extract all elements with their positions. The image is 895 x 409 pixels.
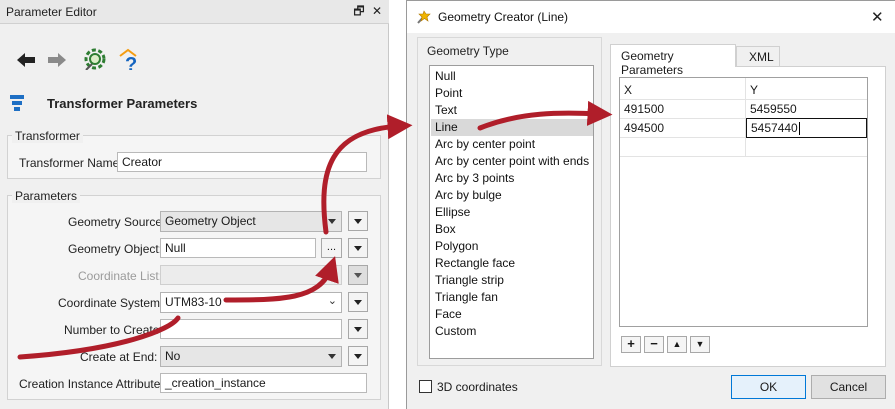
coordinate-list-input <box>160 265 342 285</box>
transformer-parameters-heading: Transformer Parameters <box>47 96 198 111</box>
close-panel-icon[interactable]: ✕ <box>370 4 384 18</box>
creation-instance-input[interactable]: _creation_instance <box>160 373 367 393</box>
tab-xml[interactable]: XML <box>736 46 780 67</box>
table-cell-empty[interactable] <box>746 138 867 157</box>
3d-coordinates-label: 3D coordinates <box>437 380 518 394</box>
geometry-type-item[interactable]: Face <box>431 306 593 323</box>
creation-instance-label: Creation Instance Attribute: <box>19 377 164 391</box>
parameters-group-title: Parameters <box>12 189 81 203</box>
number-to-create-label: Number to Create: <box>64 323 163 337</box>
forward-arrow-icon[interactable] <box>45 48 69 72</box>
ok-button[interactable]: OK <box>731 375 806 399</box>
coordinate-list-label: Coordinate List: <box>78 269 163 283</box>
parameter-editor-titlebar: Parameter Editor 🗗 ✕ <box>0 0 389 24</box>
back-arrow-icon[interactable] <box>14 48 38 72</box>
geometry-source-label: Geometry Source: <box>68 215 166 229</box>
geometry-type-item-selected[interactable]: Line <box>431 119 593 136</box>
cancel-button[interactable]: Cancel <box>811 375 886 399</box>
geometry-type-item[interactable]: Box <box>431 221 593 238</box>
coordinate-system-label: Coordinate System: <box>58 296 164 310</box>
chevron-down-icon <box>328 354 336 359</box>
geometry-source-menu-button[interactable] <box>348 211 368 231</box>
remove-row-button[interactable]: − <box>644 336 664 353</box>
settings-gear-icon[interactable] <box>82 46 108 70</box>
coordinates-table[interactable]: X Y 491500 5459550 494500 5457440 <box>619 77 868 327</box>
chevron-down-icon <box>328 219 336 224</box>
table-cell-y-editing-text: 5457440 <box>751 121 798 135</box>
geometry-type-item[interactable]: Triangle strip <box>431 272 593 289</box>
coordinate-system-value: UTM83-10 <box>165 295 222 309</box>
parameter-editor-title: Parameter Editor <box>6 5 97 19</box>
parameter-editor-panel: Parameter Editor 🗗 ✕ ? Transformer Param… <box>0 0 389 409</box>
geometry-creator-title: Geometry Creator (Line) <box>438 10 569 24</box>
coordinate-system-combo[interactable]: UTM83-10 ⌄ <box>160 292 342 313</box>
transformer-parameters-icon <box>10 95 24 111</box>
geometry-type-item[interactable]: Ellipse <box>431 204 593 221</box>
geometry-type-item[interactable]: Triangle fan <box>431 289 593 306</box>
number-to-create-menu-button[interactable] <box>348 319 368 339</box>
create-at-end-menu-button[interactable] <box>348 346 368 366</box>
table-cell-y[interactable]: 5459550 <box>746 100 867 119</box>
table-cell-x[interactable]: 494500 <box>620 119 746 138</box>
column-header-y[interactable]: Y <box>746 78 867 100</box>
tab-geometry-parameters[interactable]: Geometry Parameters <box>610 44 736 77</box>
geometry-object-ellipsis-button[interactable]: ... <box>321 238 342 258</box>
geometry-source-value: Geometry Object <box>165 214 256 228</box>
geometry-type-item[interactable]: Arc by 3 points <box>431 170 593 187</box>
geometry-object-input[interactable]: Null <box>160 238 316 258</box>
float-panel-icon[interactable]: 🗗 <box>352 4 366 18</box>
move-row-up-button[interactable]: ▲ <box>667 336 687 353</box>
geometry-type-item[interactable]: Arc by center point with ends <box>431 153 593 170</box>
create-at-end-value: No <box>165 349 181 363</box>
table-cell-y-editing[interactable]: 5457440 <box>746 118 867 138</box>
geometry-type-item[interactable]: Null <box>431 68 593 85</box>
geometry-type-item[interactable]: Arc by bulge <box>431 187 593 204</box>
geometry-type-item[interactable]: Rectangle face <box>431 255 593 272</box>
table-cell-x[interactable]: 491500 <box>620 100 746 119</box>
help-icon[interactable]: ? <box>116 46 144 70</box>
move-row-down-button[interactable]: ▼ <box>690 336 710 353</box>
geometry-type-item[interactable]: Arc by center point <box>431 136 593 153</box>
geometry-creator-icon <box>417 10 431 24</box>
coordinate-system-menu-button[interactable] <box>348 292 368 312</box>
transformer-name-input[interactable]: Creator <box>117 152 367 172</box>
geometry-type-item[interactable]: Text <box>431 102 593 119</box>
geometry-type-item[interactable]: Polygon <box>431 238 593 255</box>
geometry-type-item[interactable]: Point <box>431 85 593 102</box>
geometry-object-label: Geometry Object: <box>68 242 163 256</box>
geometry-creator-titlebar: Geometry Creator (Line) ✕ <box>407 1 895 33</box>
table-cell-empty[interactable] <box>620 138 746 157</box>
coordinate-list-menu-button <box>348 265 368 285</box>
transformer-group-title: Transformer <box>12 129 83 143</box>
geometry-object-menu-button[interactable] <box>348 238 368 258</box>
number-to-create-input[interactable] <box>160 319 342 339</box>
create-at-end-label: Create at End: <box>80 350 158 364</box>
text-cursor <box>798 122 800 136</box>
close-icon[interactable]: ✕ <box>871 8 884 26</box>
column-header-x[interactable]: X <box>620 78 746 100</box>
svg-text:?: ? <box>125 54 137 70</box>
geometry-creator-dialog: Geometry Creator (Line) ✕ Geometry Type … <box>406 0 895 409</box>
create-at-end-combo[interactable]: No <box>160 346 342 367</box>
geometry-type-list[interactable]: Null Point Text Line Arc by center point… <box>429 65 594 359</box>
chevron-down-icon: ⌄ <box>327 295 337 307</box>
geometry-source-combo[interactable]: Geometry Object <box>160 211 342 232</box>
transformer-name-label: Transformer Name: <box>19 156 123 170</box>
add-row-button[interactable]: + <box>621 336 641 353</box>
geometry-type-title: Geometry Type <box>427 44 509 58</box>
geometry-type-item[interactable]: Custom <box>431 323 593 340</box>
3d-coordinates-checkbox[interactable] <box>419 380 432 393</box>
